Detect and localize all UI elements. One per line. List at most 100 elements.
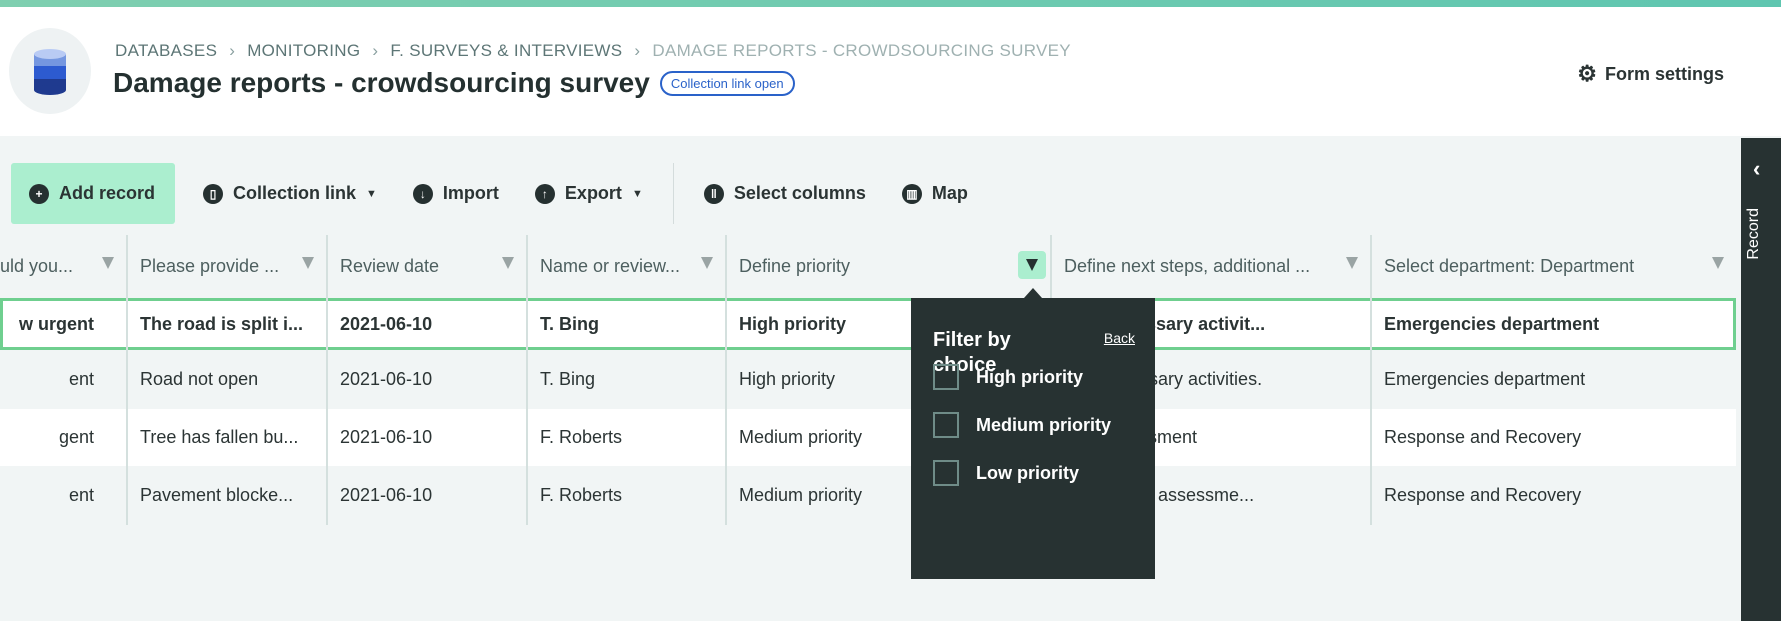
table-cell[interactable]: Road not open: [128, 350, 328, 409]
filter-option-low[interactable]: Low priority: [933, 460, 1079, 486]
chevron-left-icon: ‹: [1753, 156, 1761, 181]
table-cell[interactable]: ent: [0, 466, 128, 525]
table-cell[interactable]: F. Roberts: [528, 466, 727, 525]
filter-popup: Filter by choice Back High priority Medi…: [911, 288, 1155, 579]
table-cell[interactable]: w urgent: [0, 298, 128, 350]
form-settings-button[interactable]: ⚙ Form settings: [1577, 61, 1724, 87]
cell-text: Medium priority: [739, 427, 863, 447]
column-header-label: uld you...: [0, 256, 74, 276]
cell-text: T. Bing: [540, 369, 596, 389]
cell-text: Pavement blocke...: [140, 485, 294, 505]
column-header-label: Name or review...: [540, 256, 681, 276]
table-cell[interactable]: F. Roberts: [528, 409, 727, 466]
table-row[interactable]: ent Road not open 2021-06-10 T. Bing High pr…: [0, 350, 1736, 409]
cell-text: Medium priority: [739, 485, 863, 505]
column-header[interactable]: Select department: Department: [1372, 235, 1736, 298]
column-header-label: Select department: Department: [1384, 256, 1635, 276]
column-header[interactable]: Name or review...: [528, 235, 727, 298]
table-cell[interactable]: gent: [0, 409, 128, 466]
select-columns-label: Select columns: [733, 183, 866, 203]
filter-icon[interactable]: [1346, 257, 1358, 269]
table-cell[interactable]: Tree has fallen bu...: [128, 409, 328, 466]
cell-text: Emergencies department: [1384, 369, 1586, 389]
table-cell[interactable]: Pavement blocke...: [128, 466, 328, 525]
table-cell[interactable]: Emergencies department: [1372, 298, 1736, 350]
breadcrumb-surveys[interactable]: F. SURVEYS & INTERVIEWS: [390, 41, 622, 61]
column-header[interactable]: Please provide ...: [128, 235, 328, 298]
column-header-label: Define priority: [739, 256, 851, 276]
table-cell[interactable]: T. Bing: [528, 298, 727, 350]
filter-option-medium[interactable]: Medium priority: [933, 412, 1111, 438]
table-cell[interactable]: 2021-06-10: [328, 409, 528, 466]
table-header-row: uld you... Please provide ... Review dat…: [0, 235, 1736, 298]
upload-icon: ↑: [534, 183, 555, 204]
table-cell[interactable]: The road is split i...: [128, 298, 328, 350]
breadcrumb-databases[interactable]: DATABASES: [115, 41, 217, 61]
cell-text: Response and Recovery: [1384, 427, 1582, 447]
collection-link-button[interactable]: ▯ Collection link ▼: [185, 163, 395, 224]
gear-icon: ⚙: [1577, 61, 1597, 86]
form-settings-label: Form settings: [1604, 63, 1724, 84]
select-columns-button[interactable]: ‖ Select columns: [686, 163, 884, 224]
column-header-label: Please provide ...: [140, 256, 280, 276]
checkbox[interactable]: [933, 412, 959, 438]
checkbox[interactable]: [933, 364, 959, 390]
records-table: uld you... Please provide ... Review dat…: [0, 235, 1736, 525]
cell-text: Tree has fallen bu...: [140, 427, 299, 447]
map-button[interactable]: ▥ Map: [884, 163, 986, 224]
filter-icon[interactable]: [1712, 257, 1724, 269]
cell-text: 2021-06-10: [340, 313, 433, 334]
top-accent-bar: [0, 0, 1781, 7]
filter-icon[interactable]: [502, 257, 514, 269]
filter-icon-active[interactable]: [1018, 251, 1046, 279]
option-label: Low priority: [976, 462, 1079, 483]
table-cell[interactable]: Response and Recovery: [1372, 409, 1736, 466]
breadcrumb-current: DAMAGE REPORTS - CROWDSOURCING SURVEY: [652, 41, 1071, 60]
cell-text: High priority: [739, 313, 846, 334]
import-button[interactable]: ↓ Import: [395, 163, 517, 224]
table-cell[interactable]: ent: [0, 350, 128, 409]
column-header[interactable]: Define priority: [727, 235, 1052, 298]
table-row[interactable]: w urgent The road is split i... 2021-06-10…: [0, 298, 1736, 350]
table-cell[interactable]: 2021-06-10: [328, 466, 528, 525]
option-label: Medium priority: [976, 414, 1112, 435]
status-badge: Collection link open: [659, 70, 795, 96]
add-record-button[interactable]: + Add record: [11, 163, 176, 224]
table-row[interactable]: gent Tree has fallen bu... 2021-06-10 F. Ro…: [0, 409, 1736, 466]
add-record-label: Add record: [59, 183, 156, 203]
column-header[interactable]: uld you...: [0, 235, 128, 298]
cell-text: F. Roberts: [540, 485, 623, 505]
filter-icon[interactable]: [302, 257, 314, 269]
table-cell[interactable]: 2021-06-10: [328, 298, 528, 350]
table-cell[interactable]: T. Bing: [528, 350, 727, 409]
table-cell[interactable]: Response and Recovery: [1372, 466, 1736, 525]
chevron-right-icon: ›: [634, 41, 641, 60]
caret-down-icon: ▼: [631, 187, 643, 200]
option-label: High priority: [976, 366, 1083, 387]
filter-icon[interactable]: [701, 257, 713, 269]
table-cell[interactable]: Emergencies department: [1372, 350, 1736, 409]
caret-down-icon: ▼: [366, 187, 377, 200]
column-header[interactable]: Define next steps, additional ...: [1052, 235, 1372, 298]
table-cell[interactable]: 2021-06-10: [328, 350, 528, 409]
page-title: Damage reports - crowdsourcing survey: [113, 67, 650, 98]
cell-text: High priority: [739, 369, 836, 389]
cell-text: w urgent: [19, 313, 94, 334]
column-header-label: Define next steps, additional ...: [1064, 256, 1311, 276]
column-header[interactable]: Review date: [328, 235, 528, 298]
checkbox[interactable]: [933, 460, 959, 486]
breadcrumb: DATABASES › MONITORING › F. SURVEYS & INTE…: [115, 41, 1071, 61]
export-label: Export: [564, 183, 622, 203]
table-row[interactable]: ent Pavement blocke... 2021-06-10 F. Robert…: [0, 466, 1736, 525]
cell-text: 2021-06-10: [340, 369, 433, 389]
filter-option-high[interactable]: High priority: [933, 364, 1083, 390]
cell-text: The road is split i...: [140, 313, 304, 334]
export-button[interactable]: ↑ Export ▼: [517, 163, 661, 224]
record-side-panel-toggle[interactable]: ‹ Record: [1741, 138, 1781, 621]
breadcrumb-monitoring[interactable]: MONITORING: [247, 41, 360, 61]
record-panel-label: Record: [1745, 208, 1762, 260]
back-link[interactable]: Back: [1104, 330, 1135, 346]
filter-icon[interactable]: [102, 257, 114, 269]
cell-text: F. Roberts: [540, 427, 623, 447]
cell-text: gent: [58, 427, 94, 447]
